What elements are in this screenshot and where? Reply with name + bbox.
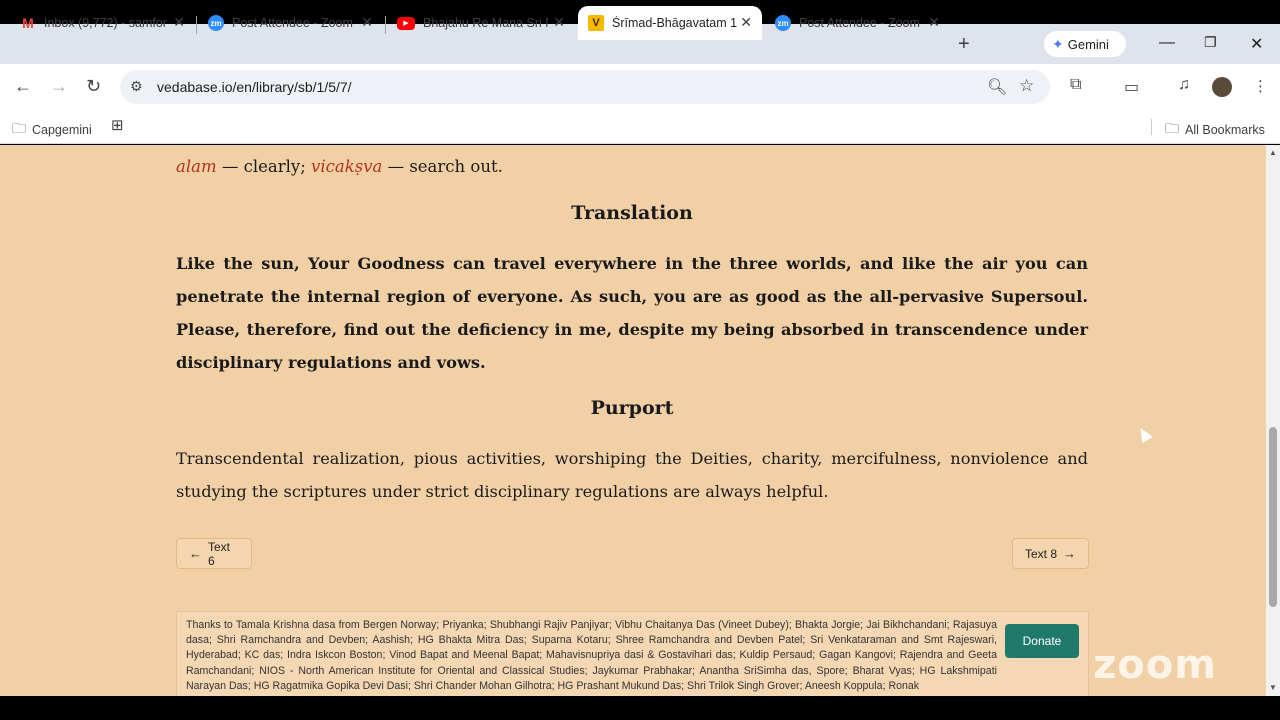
mouse-cursor-icon — [1135, 424, 1153, 444]
youtube-icon: ▶ — [397, 16, 415, 30]
vedabase-icon: V — [588, 15, 604, 31]
sponsors-text: Thanks to Tamala Krishna dasa from Berge… — [186, 619, 997, 692]
bookmark-label: Capgemini — [32, 123, 92, 137]
tab-title: Bhajahu Re Mana Sri N — [423, 16, 548, 30]
tab-divider — [196, 16, 197, 34]
prev-text-label: Text 6 — [208, 539, 231, 568]
bookmarks-bar: 🗀 Capgemini ⊞ 🗀 All Bookmarks — [0, 110, 1280, 144]
zoom-icon: zm — [775, 15, 791, 31]
scroll-up-icon[interactable]: ▲ — [1269, 148, 1277, 157]
sanskrit-word-link[interactable]: alam — [176, 157, 217, 176]
zoom-watermark: zoom — [1093, 642, 1217, 688]
arrow-left-icon: ← — [189, 546, 202, 561]
all-bookmarks-label: All Bookmarks — [1185, 123, 1265, 137]
menu-dots-icon[interactable]: ⋮ — [1253, 77, 1268, 95]
donate-button[interactable]: Donate — [1005, 624, 1079, 658]
tab-youtube[interactable]: ▶ Bhajahu Re Mana Sri N ✕ — [387, 6, 575, 40]
tab-title: Post Attendee - Zoom — [232, 16, 353, 30]
translation-heading: Translation — [571, 202, 693, 224]
prev-text-button[interactable]: ← Text 6 — [176, 538, 252, 569]
gmail-icon: M — [22, 15, 34, 31]
bookmark-star-icon[interactable]: ☆ — [1019, 76, 1034, 96]
restore-icon[interactable]: ❐ — [1204, 34, 1217, 51]
page-scrollbar[interactable]: ▲ ▼ — [1266, 145, 1280, 696]
forward-icon[interactable]: → — [50, 76, 68, 97]
tab-zoom-2[interactable]: zm Post Attendee - Zoom ✕ — [765, 6, 950, 40]
close-icon[interactable]: ✕ — [928, 14, 940, 31]
tab-divider — [385, 16, 386, 34]
next-text-label: Text 8 — [1025, 546, 1058, 561]
sponsors-box: Thanks to Tamala Krishna dasa from Berge… — [176, 611, 1089, 696]
arrow-right-icon: → — [1063, 546, 1076, 561]
folder-icon: 🗀 — [1165, 120, 1179, 136]
scrollbar-thumb[interactable] — [1269, 427, 1277, 607]
gemini-label: Gemini — [1067, 36, 1109, 52]
tab-title: Śrīmad-Bhāgavatam 1 — [612, 16, 737, 30]
sanskrit-word-link[interactable]: vicakṣva — [311, 157, 382, 176]
zoom-magnifier-icon[interactable]: 🔍︎ — [987, 77, 1007, 97]
bookmarks-divider — [1151, 119, 1152, 135]
close-icon[interactable]: ✕ — [553, 14, 565, 31]
purport-heading: Purport — [590, 397, 674, 419]
translation-text: Like the sun, Your Goodness can travel e… — [176, 254, 1088, 372]
next-text-button[interactable]: Text 8 → — [1012, 538, 1089, 569]
close-icon[interactable]: ✕ — [173, 14, 185, 31]
close-icon[interactable]: ✕ — [361, 14, 373, 31]
purport-text: Transcendental realization, pious activi… — [176, 449, 1088, 501]
minimize-icon[interactable]: — — [1159, 34, 1175, 52]
new-tab-button[interactable]: + — [958, 33, 970, 56]
media-controls-icon[interactable]: ♫ — [1178, 76, 1190, 94]
tab-search-icon[interactable]: ▭ — [1124, 77, 1139, 97]
synonym-meaning: — search out. — [382, 157, 503, 176]
window-close-icon[interactable]: ✕ — [1250, 34, 1263, 54]
folder-settings-icon: 🗀 — [12, 120, 26, 136]
apps-grid-icon[interactable]: ⊞ — [111, 116, 124, 134]
screen-bottom-bar — [0, 696, 1280, 720]
gemini-button[interactable]: ✦ Gemini — [1044, 31, 1126, 57]
tab-vedabase[interactable]: V Śrīmad-Bhāgavatam 1 ✕ — [578, 6, 762, 40]
tab-title: Post Attendee - Zoom — [799, 16, 920, 30]
profile-avatar[interactable] — [1212, 77, 1232, 97]
close-icon[interactable]: ✕ — [740, 14, 752, 31]
back-icon[interactable]: ← — [14, 76, 32, 97]
all-bookmarks-button[interactable]: 🗀 All Bookmarks — [1165, 118, 1265, 142]
synonyms-line: alam — clearly; vicakṣva — search out. — [176, 157, 503, 176]
tab-gmail[interactable]: M Inbox (9,772) - samfor ✕ — [10, 6, 195, 40]
bookmark-capgemini[interactable]: 🗀 Capgemini — [12, 118, 92, 142]
page-content: alam — clearly; vicakṣva — search out. T… — [0, 145, 1266, 696]
reload-icon[interactable]: ↻ — [86, 76, 101, 97]
tab-title: Inbox (9,772) - samfor — [44, 16, 167, 30]
zoom-icon: zm — [208, 15, 224, 31]
synonym-meaning: — clearly; — [216, 157, 312, 176]
scroll-down-icon[interactable]: ▼ — [1269, 683, 1277, 692]
gemini-sparkle-icon: ✦ — [1052, 35, 1064, 52]
url-text[interactable]: vedabase.io/en/library/sb/1/5/7/ — [157, 79, 352, 95]
tab-zoom-1[interactable]: zm Post Attendee - Zoom ✕ — [198, 6, 383, 40]
extensions-icon[interactable]: ⧉ — [1070, 76, 1081, 94]
site-info-icon[interactable]: ⚙ — [130, 78, 143, 95]
